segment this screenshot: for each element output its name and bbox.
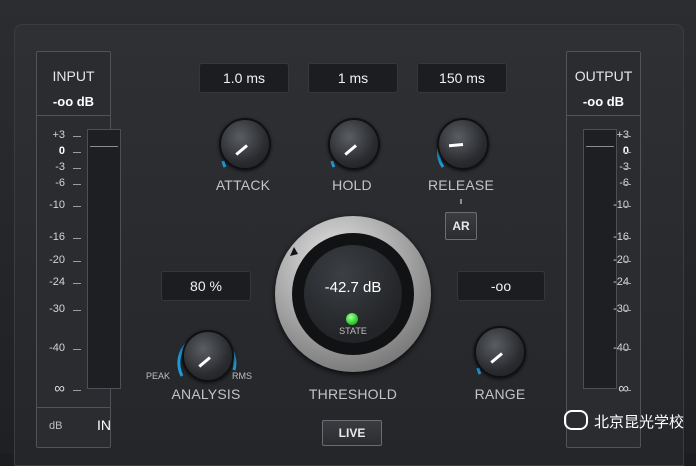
live-button[interactable]: LIVE [322,420,382,446]
attack-knob-pointer [235,144,248,156]
scale-tick-mark [73,184,81,185]
input-level-readout: -oo dB [52,94,95,109]
hold-label: HOLD [332,177,372,193]
input-divider-bottom [37,407,110,408]
scale-tick-mark [73,238,81,239]
analysis-knob-pointer [198,356,211,368]
analysis-min-label: PEAK [146,371,171,381]
scale-tick-label: +3 [52,129,65,141]
scale-tick-mark [73,261,81,262]
scale-tick-label: -3 [619,161,629,173]
hold-knob[interactable] [328,118,380,170]
attack-knob[interactable] [219,118,271,170]
analysis-value-field[interactable]: 80 % [161,271,251,301]
input-divider [37,115,110,116]
scale-tick-mark [73,283,81,284]
scale-tick-label: -24 [613,276,629,288]
range-knob-pointer [490,352,503,364]
scale-tick-mark [623,206,631,207]
scale-tick-mark [73,206,81,207]
scale-tick-label: -40 [49,342,65,354]
scale-tick-label: -6 [619,177,629,189]
release-knob-pointer [448,143,464,148]
attack-label: ATTACK [215,177,271,193]
auto-release-button[interactable]: AR [445,212,477,240]
gate-plugin-window: INPUT -oo dB +3 0 -3 -6 -10 -16 -20 -24 -30 -40 ∞ … [0,0,696,466]
scale-tick-mark [623,136,631,137]
scale-tick-mark [73,152,81,153]
scale-tick-mark [73,390,81,391]
scale-tick-mark [73,136,81,137]
wechat-icon [563,410,588,430]
scale-tick-mark [623,310,631,311]
scale-tick-mark [623,168,631,169]
hold-value-field[interactable]: 1 ms [308,63,398,93]
scale-tick-label: -24 [49,276,65,288]
scale-tick-mark [73,168,81,169]
scale-tick-label: -10 [613,199,629,211]
scale-tick-label: 0 [622,145,629,157]
output-divider [567,115,640,116]
scale-tick-label: -20 [613,254,629,266]
scale-tick-mark [623,238,631,239]
output-meter: OUTPUT -oo dB +3 0 -3 -6 -10 -16 -20 -24 -30 -40 ∞ [566,51,641,448]
scale-tick-label: +3 [616,129,629,141]
scale-tick-mark [73,349,81,350]
input-unit-label: dB [49,420,63,432]
scale-tick-label: -16 [49,231,65,243]
scale-tick-label: -30 [613,303,629,315]
scale-tick-label: ∞ [618,380,629,397]
input-title: INPUT [52,68,95,84]
scale-tick-label: -40 [613,342,629,354]
analysis-label: ANALYSIS [171,386,241,402]
scale-tick-mark [623,152,631,153]
scale-tick-mark [623,184,631,185]
range-knob[interactable] [474,326,526,378]
scale-tick-mark [623,261,631,262]
input-peak-line [90,146,118,147]
scale-tick-mark [623,390,631,391]
attack-value-field[interactable]: 1.0 ms [199,63,289,93]
release-label: RELEASE [428,177,494,193]
scale-tick-label: -3 [55,161,65,173]
analysis-knob[interactable] [182,330,234,382]
scale-tick-mark [73,310,81,311]
hold-knob-pointer [344,144,357,156]
output-level-readout: -oo dB [582,94,625,109]
threshold-value: -42.7 dB [324,279,382,296]
ar-indicator [460,199,462,204]
release-knob[interactable] [437,118,489,170]
watermark-text: 北京昆光学校 [593,414,684,431]
scale-tick-label: -16 [613,231,629,243]
output-title: OUTPUT [574,68,633,84]
scale-tick-mark [623,283,631,284]
scale-tick-mark [623,349,631,350]
release-value-field[interactable]: 150 ms [417,63,507,93]
scale-tick-label: -30 [49,303,65,315]
input-monitor-button[interactable]: IN [97,417,111,433]
threshold-label: THRESHOLD [308,386,398,402]
scale-tick-label: -6 [55,177,65,189]
scale-tick-label: 0 [58,145,65,157]
state-led [346,313,358,325]
threshold-pointer-icon [290,247,298,256]
analysis-max-label: RMS [232,371,252,381]
scale-tick-label: -20 [49,254,65,266]
input-meter: INPUT -oo dB +3 0 -3 -6 -10 -16 -20 -24 -30 -40 ∞ … [36,51,121,448]
scale-tick-label: ∞ [54,380,65,397]
scale-tick-label: -10 [49,199,65,211]
input-level-bar [87,129,121,389]
range-value-field[interactable]: -oo [457,271,545,301]
watermark: 北京昆光学校 [563,410,684,432]
range-label: RANGE [474,386,526,402]
state-label: STATE [339,326,367,336]
